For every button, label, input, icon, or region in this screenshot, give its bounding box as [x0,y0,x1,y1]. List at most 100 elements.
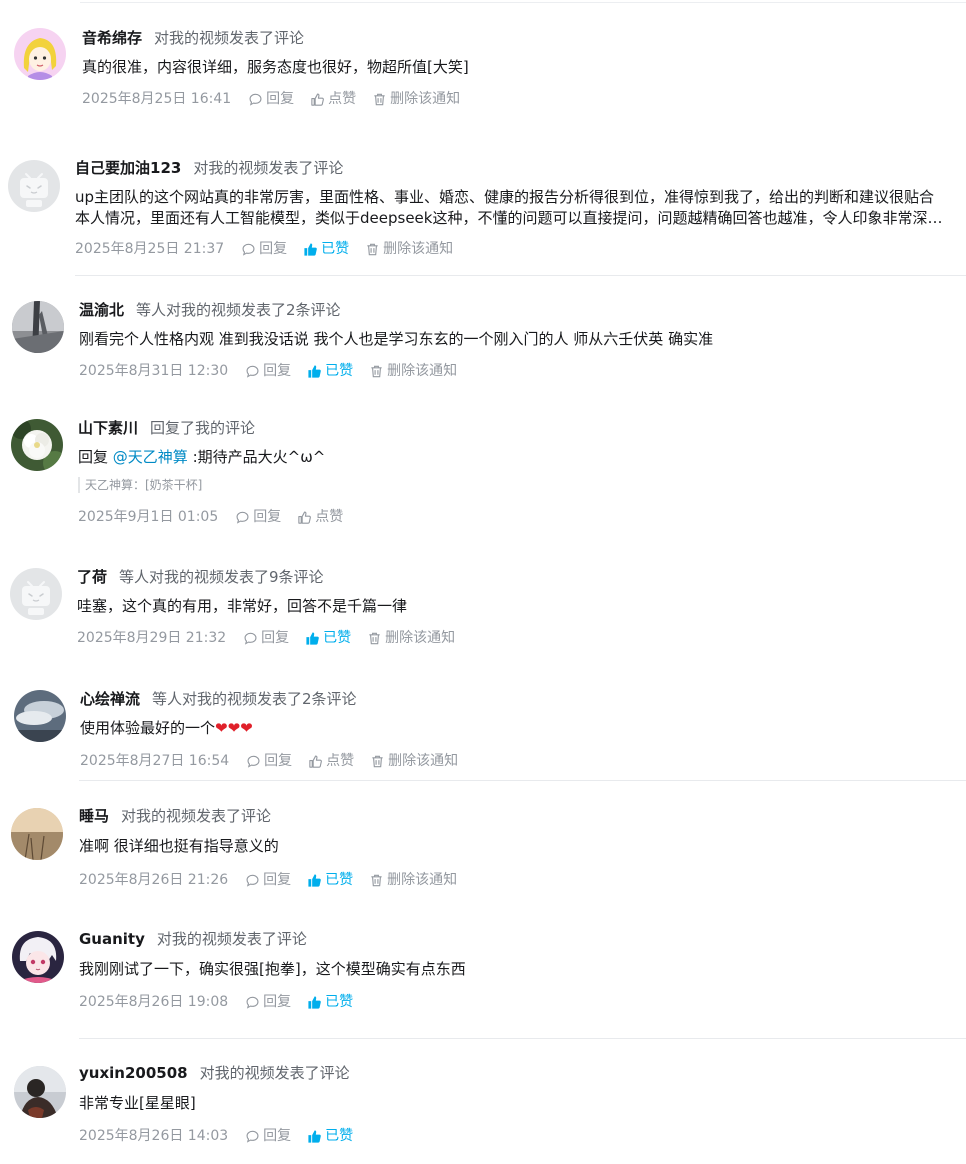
delete-notification-button[interactable]: 删除该通知 [369,870,457,890]
trash-icon [371,874,382,886]
sky-building-avatar[interactable] [12,301,64,353]
notification-item: 音希绵存 对我的视频发表了评论 真的很准，内容很详细，服务态度也很好，物超所值[大… [0,0,966,140]
comment-body: 使用体验最好的一个 [80,719,216,737]
like-button[interactable]: 已赞 [307,992,353,1012]
like-button[interactable]: 点赞 [297,507,343,527]
reply-label: 回复 [263,872,292,888]
delete-notification-button[interactable]: 删除该通知 [370,751,458,771]
reply-icon [236,511,249,524]
comment-text[interactable]: 哇塞，这个真的有用，非常好，回答不是千篇一律 [77,596,407,617]
dark-person-avatar[interactable] [14,1066,66,1118]
notification-item: 心绘禅流 等人对我的视频发表了2条评论 使用体验最好的一个❤❤❤ 2025年8月2… [0,672,966,780]
reply-button[interactable]: 回复 [245,361,291,381]
thumbs-up-icon [298,511,312,524]
delete-notification-button[interactable]: 删除该通知 [365,239,453,259]
username[interactable]: 心绘禅流 [80,690,140,708]
comment-text[interactable]: 非常专业[星星眼] [79,1093,196,1114]
like-button[interactable]: 已赞 [307,1126,353,1146]
delete-label: 删除该通知 [383,241,454,257]
sunset-field-avatar[interactable] [11,808,63,860]
quoted-comment[interactable]: 天乙神算：[奶茶干杯] [78,477,202,493]
comment-text[interactable]: 回复 @天乙神算 :期待产品大火^ω^ [78,447,325,468]
meta-row: 2025年8月25日 16:41 回复 点赞 删除该通知 [82,89,476,109]
notification-header: 心绘禅流 等人对我的视频发表了2条评论 [80,689,357,709]
comment-text[interactable]: up主团队的这个网站真的非常厉害，里面性格、事业、婚恋、健康的报告分析得很到位，… [75,187,955,229]
white-flower-avatar[interactable] [11,419,63,471]
default-tv-avatar[interactable] [10,568,62,620]
like-button[interactable]: 已赞 [303,239,349,259]
like-button[interactable]: 已赞 [307,870,353,890]
username[interactable]: Guanity [79,930,145,948]
thumbs-up-filled-icon [306,631,319,645]
default-tv-avatar[interactable] [8,160,60,212]
notification-header: 温渝北 等人对我的视频发表了2条评论 [79,300,341,320]
reply-icon [244,632,257,645]
reply-button[interactable]: 回复 [245,992,291,1012]
like-label: 已赞 [325,363,354,379]
reply-button[interactable]: 回复 [243,628,289,648]
timestamp: 2025年8月31日 12:30 [79,363,229,379]
reply-label: 回复 [253,509,282,525]
action-text: 等人对我的视频发表了9条评论 [119,568,324,586]
cartoon-girl-avatar[interactable] [14,28,66,80]
timestamp: 2025年8月29日 21:32 [77,630,227,646]
reply-button[interactable]: 回复 [241,239,287,259]
username[interactable]: 了荷 [77,568,107,586]
reply-button[interactable]: 回复 [245,1126,291,1146]
reply-icon [249,93,262,106]
cloud-sky-avatar[interactable] [14,690,66,742]
username[interactable]: yuxin200508 [79,1064,188,1082]
thumbs-up-filled-icon [308,995,321,1009]
delete-label: 删除该通知 [388,753,459,769]
delete-notification-button[interactable]: 删除该通知 [367,628,455,648]
action-text: 对我的视频发表了评论 [199,1064,350,1082]
timestamp: 2025年8月25日 16:41 [82,91,232,107]
notification-item: 山下素川 回复了我的评论 回复 @天乙神算 :期待产品大火^ω^ 天乙神算：[奶茶… [0,395,966,550]
reply-icon [247,755,260,768]
username[interactable]: 温渝北 [79,301,124,319]
comment-line: up主团队的这个网站真的非常厉害，里面性格、事业、婚恋、健康的报告分析得很到位，… [75,188,935,206]
trash-icon [369,632,380,644]
action-text: 回复了我的评论 [150,419,256,437]
anime-character-avatar[interactable] [12,931,64,983]
like-button[interactable]: 已赞 [305,628,351,648]
action-text: 对我的视频发表了评论 [154,29,305,47]
like-button[interactable]: 已赞 [307,361,353,381]
reply-button[interactable]: 回复 [246,751,292,771]
username[interactable]: 音希绵存 [82,29,142,47]
meta-row: 2025年8月26日 19:08 回复 已赞 [79,992,369,1012]
reply-label: 回复 [261,630,290,646]
notification-item: Guanity 对我的视频发表了评论 我刚刚试了一下，确实很强[抱拳]，这个模型确… [0,905,966,1038]
meta-row: 2025年8月25日 21:37 回复 已赞 删除该通知 [75,239,469,259]
reply-icon [246,874,259,887]
username[interactable]: 自己要加油123 [75,159,181,177]
notification-item: 温渝北 等人对我的视频发表了2条评论 刚看完个人性格内观 准到我没话说 我个人也是… [0,275,966,395]
comment-text[interactable]: 真的很准，内容很详细，服务态度也很好，物超所值[大笑] [82,57,469,78]
comment-text[interactable]: 我刚刚试了一下，确实很强[抱拳]，这个模型确实有点东西 [79,959,466,980]
comment-text[interactable]: 刚看完个人性格内观 准到我没话说 我个人也是学习东玄的一个刚入门的人 师从六壬伏… [79,329,713,350]
notification-header: 音希绵存 对我的视频发表了评论 [82,28,304,48]
reply-button[interactable]: 回复 [248,89,294,109]
reply-icon [246,996,259,1009]
reply-button[interactable]: 回复 [245,870,291,890]
reply-label: 回复 [264,753,293,769]
thumbs-up-icon [311,93,325,106]
meta-row: 2025年8月26日 21:26 回复 已赞 删除该通知 [79,870,473,890]
delete-notification-button[interactable]: 删除该通知 [372,89,460,109]
meta-row: 2025年8月26日 14:03 回复 已赞 [79,1126,369,1146]
like-button[interactable]: 点赞 [310,89,356,109]
like-label: 已赞 [323,630,352,646]
like-label: 已赞 [321,241,350,257]
mention-link[interactable]: @天乙神算 [113,448,188,466]
comment-text[interactable]: 准啊 很详细也挺有指导意义的 [79,836,279,857]
action-text: 对我的视频发表了评论 [193,159,344,177]
delete-notification-button[interactable]: 删除该通知 [369,361,457,381]
reply-button[interactable]: 回复 [235,507,281,527]
like-button[interactable]: 点赞 [308,751,354,771]
username[interactable]: 睡马 [79,807,109,825]
notification-header: yuxin200508 对我的视频发表了评论 [79,1063,350,1083]
heart-emoji: ❤❤❤ [215,719,253,737]
username[interactable]: 山下素川 [78,419,138,437]
notification-item: 睡马 对我的视频发表了评论 准啊 很详细也挺有指导意义的 2025年8月26日 2… [0,780,966,905]
comment-text[interactable]: 使用体验最好的一个❤❤❤ [80,718,253,739]
